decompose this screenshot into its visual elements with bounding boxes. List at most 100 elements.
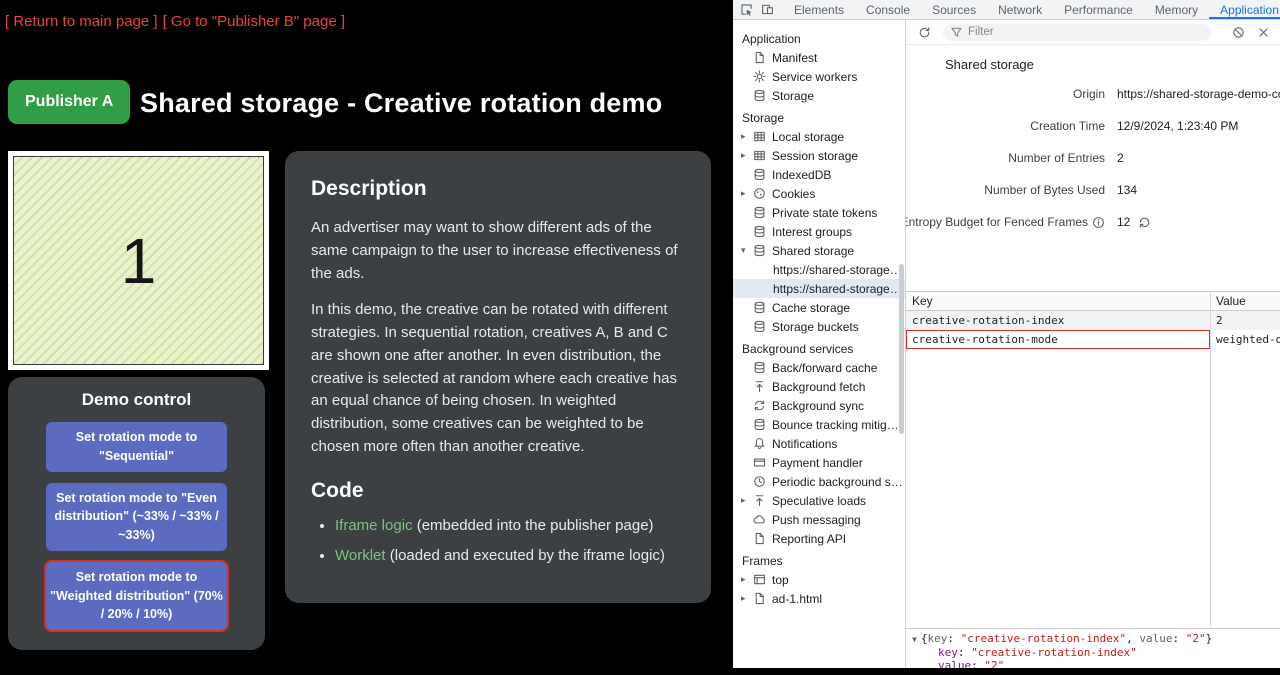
sidebar-item-interest-groups[interactable]: Interest groups bbox=[733, 222, 905, 241]
description-heading: Description bbox=[311, 173, 685, 205]
return-to-main-link[interactable]: [ Return to main page ] bbox=[5, 13, 158, 30]
tab-application[interactable]: Application bbox=[1209, 0, 1280, 19]
property-name: value bbox=[938, 659, 971, 668]
close-icon[interactable] bbox=[1257, 26, 1270, 39]
publisher-badge: Publisher A bbox=[8, 80, 130, 124]
ad-creative-frame[interactable]: 1 bbox=[8, 151, 269, 370]
sidebar-item-storage-buckets[interactable]: Storage buckets bbox=[733, 317, 905, 336]
code-heading: Code bbox=[311, 475, 685, 507]
metadata-value: 12 bbox=[1117, 215, 1151, 229]
set-rotation-mode-button-3[interactable]: Set rotation mode to "Weighted distribut… bbox=[46, 562, 227, 630]
metadata-value: 12/9/2024, 1:23:40 PM bbox=[1117, 119, 1238, 133]
metadata-value-text: 134 bbox=[1117, 183, 1137, 197]
tab-performance[interactable]: Performance bbox=[1053, 0, 1144, 19]
sidebar-item-ad-1-html[interactable]: ▸ad-1.html bbox=[733, 589, 905, 608]
sidebar-item-private-state-tokens[interactable]: Private state tokens bbox=[733, 203, 905, 222]
property-value: "creative-rotation-index" bbox=[971, 646, 1137, 659]
column-divider[interactable] bbox=[1210, 292, 1211, 628]
gear-icon bbox=[753, 70, 766, 83]
sidebar-item-push-messaging[interactable]: Push messaging bbox=[733, 510, 905, 529]
metadata-value: 134 bbox=[1117, 183, 1137, 197]
sidebar-section-background-services: Background servicesBack/forward cacheBac… bbox=[733, 340, 905, 548]
go-to-publisher-b-link[interactable]: [ Go to "Publisher B" page ] bbox=[163, 13, 345, 30]
tab-console[interactable]: Console bbox=[855, 0, 921, 19]
metadata-label-text: Entropy Budget for Fenced Frames bbox=[906, 215, 1088, 229]
chevron-right-icon: ▸ bbox=[741, 574, 753, 585]
database-icon bbox=[753, 206, 766, 219]
metadata-section: Originhttps://shared-storage-demo-coCrea… bbox=[906, 78, 1280, 238]
sidebar-item-indexeddb[interactable]: IndexedDB bbox=[733, 165, 905, 184]
sidebar-item-label: Service workers bbox=[772, 70, 857, 84]
sidebar-item-service-workers[interactable]: Service workers bbox=[733, 67, 905, 86]
sidebar-item-cookies[interactable]: ▸Cookies bbox=[733, 184, 905, 203]
sidebar-item-speculative-loads[interactable]: ▸Speculative loads bbox=[733, 491, 905, 510]
sidebar-item-back-forward-cache[interactable]: Back/forward cache bbox=[733, 358, 905, 377]
toolbar-right-icons bbox=[1232, 26, 1270, 39]
sidebar-item-periodic-background-s[interactable]: Periodic background s… bbox=[733, 472, 905, 491]
chevron-right-icon: ▸ bbox=[741, 131, 753, 142]
metadata-value-text: 12 bbox=[1117, 215, 1130, 229]
sidebar-item-https-shared-storage-d[interactable]: https://shared-storage-d… bbox=[733, 260, 905, 279]
sidebar-item-session-storage[interactable]: ▸Session storage bbox=[733, 146, 905, 165]
sidebar-item-notifications[interactable]: Notifications bbox=[733, 434, 905, 453]
sidebar-item-label: Interest groups bbox=[772, 225, 852, 239]
table-row[interactable]: creative-rotation-index2 bbox=[906, 311, 1280, 330]
database-icon bbox=[753, 89, 766, 102]
sidebar-item-shared-storage[interactable]: ▾Shared storage bbox=[733, 241, 905, 260]
column-header-key[interactable]: Key bbox=[906, 292, 1210, 310]
metadata-label-text: Origin bbox=[1073, 87, 1105, 101]
sidebar-item-background-fetch[interactable]: Background fetch bbox=[733, 377, 905, 396]
sidebar-item-label: Manifest bbox=[772, 51, 817, 65]
sidebar-item-manifest[interactable]: Manifest bbox=[733, 48, 905, 67]
sidebar-item-payment-handler[interactable]: Payment handler bbox=[733, 453, 905, 472]
filter-box[interactable] bbox=[943, 24, 1211, 41]
info-icon[interactable] bbox=[1092, 216, 1105, 229]
table-icon bbox=[753, 130, 766, 143]
fetch-icon bbox=[753, 494, 766, 507]
sidebar-item-local-storage[interactable]: ▸Local storage bbox=[733, 127, 905, 146]
clear-icon[interactable] bbox=[1232, 26, 1245, 39]
sidebar-item-background-sync[interactable]: Background sync bbox=[733, 396, 905, 415]
tab-network[interactable]: Network bbox=[987, 0, 1053, 19]
metadata-label: Number of Entries bbox=[906, 151, 1105, 165]
shared-storage-title: Shared storage bbox=[945, 57, 1280, 72]
sync-icon bbox=[753, 399, 766, 412]
table-row[interactable]: creative-rotation-modeweighted-distribut… bbox=[906, 330, 1280, 349]
iframe-logic-link[interactable]: Iframe logic bbox=[335, 517, 413, 534]
sidebar-item-label: Payment handler bbox=[772, 456, 863, 470]
value-cell: 2 bbox=[1210, 311, 1229, 330]
device-toolbar-icon[interactable] bbox=[761, 3, 774, 16]
metadata-value: https://shared-storage-demo-co bbox=[1117, 87, 1280, 101]
column-header-value[interactable]: Value bbox=[1210, 292, 1252, 310]
expand-toggle-icon[interactable]: ▼ bbox=[912, 635, 917, 644]
sidebar-item-reporting-api[interactable]: Reporting API bbox=[733, 529, 905, 548]
filter-input[interactable] bbox=[968, 26, 1204, 38]
tab-memory[interactable]: Memory bbox=[1144, 0, 1209, 19]
code-list-item: Worklet (loaded and executed by the ifra… bbox=[335, 545, 685, 568]
frame-icon bbox=[753, 573, 766, 586]
devtools-tabs: ElementsConsoleSourcesNetworkPerformance… bbox=[783, 0, 1280, 19]
property-name: key bbox=[927, 632, 947, 645]
set-rotation-mode-button-2[interactable]: Set rotation mode to "Even distribution"… bbox=[46, 483, 227, 551]
metadata-value-text: 12/9/2024, 1:23:40 PM bbox=[1117, 119, 1238, 133]
sidebar-item-bounce-tracking-mitiga[interactable]: Bounce tracking mitiga… bbox=[733, 415, 905, 434]
sidebar-item-label: IndexedDB bbox=[772, 168, 831, 182]
sidebar-scrollbar[interactable] bbox=[899, 264, 904, 434]
chevron-right-icon: ▸ bbox=[741, 188, 753, 199]
worklet-link[interactable]: Worklet bbox=[335, 547, 386, 564]
set-rotation-mode-button-1[interactable]: Set rotation mode to "Sequential" bbox=[46, 422, 227, 472]
tab-sources[interactable]: Sources bbox=[921, 0, 987, 19]
sidebar-item-cache-storage[interactable]: Cache storage bbox=[733, 298, 905, 317]
ad-creative: 1 bbox=[13, 156, 264, 365]
devtools-main: Shared storage Origin https://shared-stor… bbox=[906, 20, 1280, 668]
refresh-icon[interactable] bbox=[918, 26, 931, 39]
inspect-icon[interactable] bbox=[740, 3, 753, 16]
reset-icon[interactable] bbox=[1138, 216, 1151, 229]
database-icon bbox=[753, 418, 766, 431]
sidebar-item-top[interactable]: ▸top bbox=[733, 570, 905, 589]
key-cell: creative-rotation-mode bbox=[906, 330, 1210, 349]
bell-icon bbox=[753, 437, 766, 450]
sidebar-item-storage[interactable]: Storage bbox=[733, 86, 905, 105]
tab-elements[interactable]: Elements bbox=[783, 0, 855, 19]
sidebar-item-https-shared-storage-d[interactable]: https://shared-storage-d… bbox=[733, 279, 905, 298]
